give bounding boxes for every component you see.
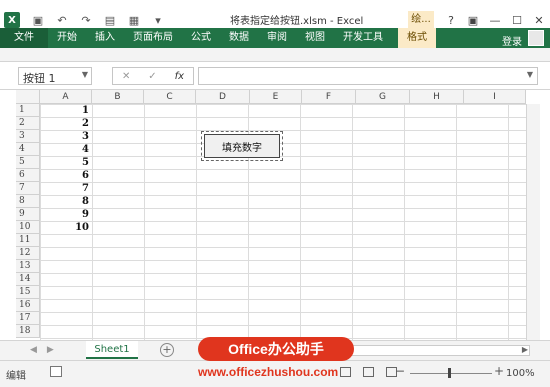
- horizontal-scrollbar[interactable]: ▶: [340, 345, 530, 356]
- column-header-b[interactable]: B: [92, 90, 144, 104]
- customize-qat-chevron-icon[interactable]: ▾: [150, 12, 166, 28]
- row-header[interactable]: 4: [16, 143, 40, 156]
- enter-icon[interactable]: ✓: [148, 71, 156, 82]
- insert-function-icon[interactable]: fx: [175, 71, 184, 82]
- ribbon-tabs: 文件 开始 插入 页面布局 公式 数据 审阅 视图 开发工具 格式: [0, 28, 550, 48]
- zoom-out-icon[interactable]: −: [395, 364, 405, 378]
- formula-input[interactable]: ▼: [198, 67, 538, 85]
- tab-data[interactable]: 数据: [220, 28, 258, 48]
- select-all-corner[interactable]: [16, 90, 40, 104]
- tab-insert[interactable]: 插入: [86, 28, 124, 48]
- cell-value[interactable]: 9: [40, 208, 92, 221]
- chevron-down-icon[interactable]: ▼: [82, 70, 88, 79]
- minimize-button[interactable]: —: [484, 14, 506, 27]
- page-layout-view-icon[interactable]: [363, 367, 374, 377]
- expand-formula-bar-icon[interactable]: ▼: [527, 70, 533, 79]
- column-header-a[interactable]: A: [40, 90, 92, 104]
- row-header[interactable]: 3: [16, 130, 40, 143]
- column-header-f[interactable]: F: [302, 90, 356, 104]
- tab-view[interactable]: 视图: [296, 28, 334, 48]
- cell-value[interactable]: 4: [40, 143, 92, 156]
- row-header[interactable]: 16: [16, 299, 40, 312]
- tab-formulas[interactable]: 公式: [182, 28, 220, 48]
- cell-value[interactable]: 1: [40, 104, 92, 117]
- column-header-c[interactable]: C: [144, 90, 196, 104]
- cell-value[interactable]: 6: [40, 169, 92, 182]
- zoom-level[interactable]: 100%: [506, 368, 535, 379]
- cell-value[interactable]: 5: [40, 156, 92, 169]
- cell-value[interactable]: 10: [40, 221, 92, 234]
- fill-numbers-form-button[interactable]: 填充数字: [201, 131, 283, 161]
- save-icon[interactable]: ▣: [30, 12, 46, 28]
- column-header-i[interactable]: I: [464, 90, 526, 104]
- row-header[interactable]: 6: [16, 169, 40, 182]
- redo-icon[interactable]: ↷: [78, 12, 94, 28]
- row-header[interactable]: 15: [16, 286, 40, 299]
- undo-icon[interactable]: ↶: [54, 12, 70, 28]
- row-header[interactable]: 12: [16, 247, 40, 260]
- qat-extra-icon[interactable]: ▤: [102, 12, 118, 28]
- ribbon-display-options-icon[interactable]: ▣: [462, 14, 484, 27]
- vertical-scrollbar[interactable]: [526, 104, 540, 340]
- column-header-d[interactable]: D: [196, 90, 250, 104]
- formula-buttons: ✕ ✓ fx: [112, 67, 194, 85]
- status-mode: 编辑: [6, 371, 26, 382]
- macro-recording-icon[interactable]: [50, 366, 62, 377]
- formula-bar: 按钮 1 ▼ ✕ ✓ fx ▼: [0, 62, 550, 90]
- tab-developer[interactable]: 开发工具: [334, 28, 392, 48]
- excel-app-icon: X: [4, 12, 20, 28]
- zoom-slider-thumb[interactable]: [448, 368, 451, 378]
- form-icon[interactable]: ▦: [126, 12, 142, 28]
- cell-area[interactable]: [40, 104, 526, 340]
- close-button[interactable]: ✕: [528, 14, 550, 27]
- row-header[interactable]: 1: [16, 104, 40, 117]
- view-buttons: [340, 367, 397, 377]
- window-title: 将表指定给按钮.xlsm - Excel: [230, 16, 364, 27]
- sheet-nav-arrows-icon[interactable]: ◀▶: [30, 345, 64, 355]
- add-sheet-icon[interactable]: +: [160, 343, 174, 357]
- row-header[interactable]: 18: [16, 325, 40, 338]
- restore-button[interactable]: ☐: [506, 14, 528, 27]
- row-header[interactable]: 13: [16, 260, 40, 273]
- column-header-h[interactable]: H: [410, 90, 464, 104]
- column-header-e[interactable]: E: [250, 90, 302, 104]
- row-header[interactable]: 17: [16, 312, 40, 325]
- row-header[interactable]: 7: [16, 182, 40, 195]
- worksheet-grid: A B C D E F G H I 1 2 3 4 5 6 7 8 9 10 1…: [0, 90, 550, 340]
- tab-file[interactable]: 文件: [0, 28, 48, 48]
- row-header[interactable]: 10: [16, 221, 40, 234]
- name-box[interactable]: 按钮 1 ▼: [18, 67, 92, 85]
- row-header[interactable]: 14: [16, 273, 40, 286]
- column-header-g[interactable]: G: [356, 90, 410, 104]
- row-header[interactable]: 2: [16, 117, 40, 130]
- cell-value[interactable]: 2: [40, 117, 92, 130]
- watermark-badge: Office办公助手: [198, 337, 354, 361]
- zoom-in-icon[interactable]: +: [494, 364, 504, 378]
- sheet-tab-sheet1[interactable]: Sheet1: [86, 341, 138, 359]
- cell-value[interactable]: 3: [40, 130, 92, 143]
- cancel-icon[interactable]: ✕: [122, 71, 130, 82]
- tab-format[interactable]: 格式: [398, 28, 436, 48]
- row-header[interactable]: 8: [16, 195, 40, 208]
- row-header[interactable]: 11: [16, 234, 40, 247]
- login-link[interactable]: 登录: [502, 33, 522, 48]
- form-button-label: 填充数字: [222, 142, 262, 154]
- tab-review[interactable]: 审阅: [258, 28, 296, 48]
- contextual-tab-group: 绘...: [408, 11, 434, 29]
- name-box-value: 按钮 1: [23, 72, 56, 85]
- collapsed-ribbon: [0, 48, 550, 62]
- watermark-url: www.officezhushou.com: [198, 365, 339, 379]
- cell-value[interactable]: 8: [40, 195, 92, 208]
- normal-view-icon[interactable]: [340, 367, 351, 377]
- help-icon[interactable]: ?: [440, 14, 462, 27]
- row-header[interactable]: 5: [16, 156, 40, 169]
- row-header[interactable]: 9: [16, 208, 40, 221]
- scroll-right-icon[interactable]: ▶: [522, 345, 528, 354]
- cell-value[interactable]: 7: [40, 182, 92, 195]
- zoom-slider[interactable]: [410, 373, 492, 374]
- avatar[interactable]: [528, 30, 544, 46]
- tab-page-layout[interactable]: 页面布局: [124, 28, 182, 48]
- tab-home[interactable]: 开始: [48, 28, 86, 48]
